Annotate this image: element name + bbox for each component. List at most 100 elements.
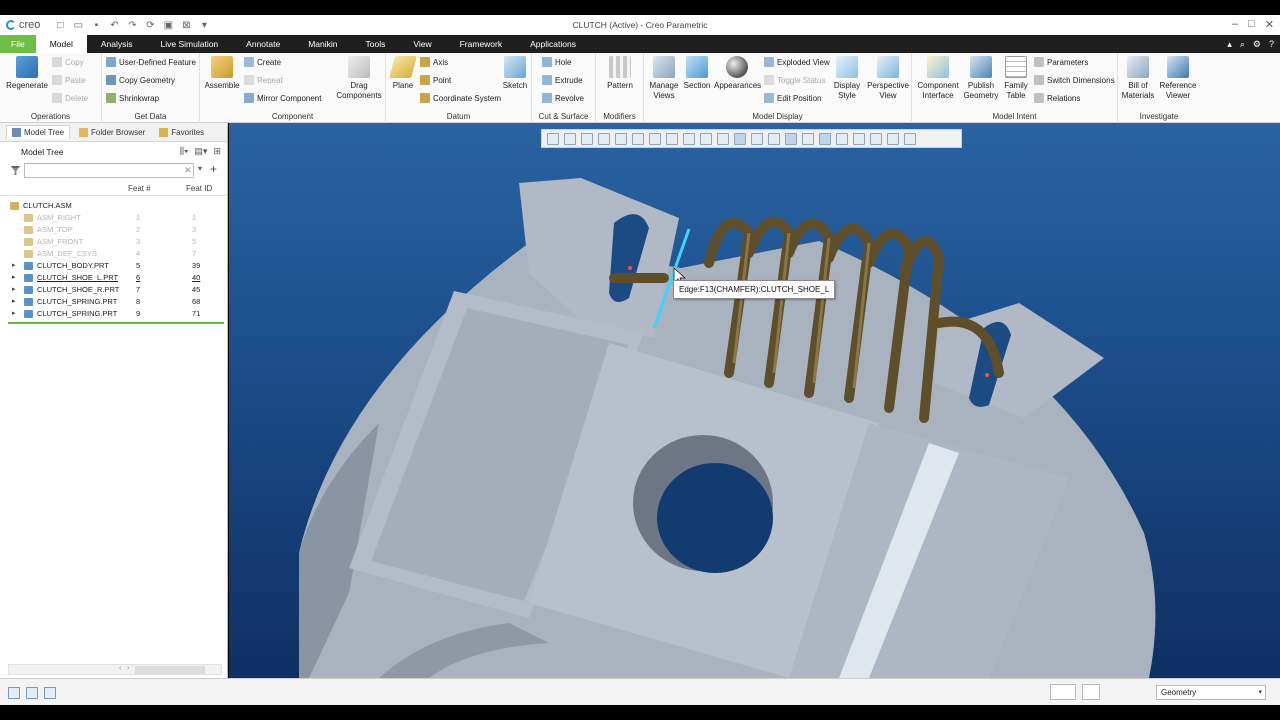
clutch-assembly-model[interactable] bbox=[229, 123, 1280, 678]
model-intent-group-label[interactable]: Model Intent bbox=[912, 112, 1117, 121]
paste-button[interactable]: Paste bbox=[52, 75, 85, 85]
close-window-icon[interactable]: ⊠ bbox=[180, 20, 192, 31]
family-table-button[interactable]: Family Table bbox=[1000, 56, 1032, 100]
filter-icon[interactable] bbox=[11, 166, 20, 175]
display-style-toolbar-icon[interactable] bbox=[649, 132, 661, 145]
investigate-group-label[interactable]: Investigate bbox=[1118, 112, 1200, 121]
tree-row[interactable]: ▸ CLUTCH_SPRING.PRT 9 71 bbox=[0, 308, 227, 320]
tab-favorites[interactable]: Favorites bbox=[154, 126, 209, 139]
find-button[interactable] bbox=[1050, 684, 1076, 700]
select-box-button[interactable] bbox=[1082, 684, 1100, 700]
component-group-label[interactable]: Component bbox=[200, 112, 385, 121]
udf-button[interactable]: User-Defined Feature bbox=[106, 57, 196, 67]
tab-applications[interactable]: Applications bbox=[516, 35, 590, 53]
regenerate-button[interactable]: Regenerate bbox=[4, 56, 50, 91]
display-style-button[interactable]: Display Style bbox=[830, 56, 864, 100]
tab-manikin[interactable]: Manikin bbox=[294, 35, 351, 53]
section-toolbar-icon[interactable] bbox=[717, 132, 729, 145]
sketch-button[interactable]: Sketch bbox=[500, 56, 530, 91]
tab-framework[interactable]: Framework bbox=[446, 35, 517, 53]
copy-geometry-button[interactable]: Copy Geometry bbox=[106, 75, 175, 85]
pattern-button[interactable]: Pattern bbox=[600, 56, 640, 91]
annotations-icon[interactable] bbox=[802, 132, 814, 145]
operations-group-label[interactable]: Operations bbox=[0, 112, 101, 121]
parameters-button[interactable]: Parameters bbox=[1034, 57, 1088, 67]
tab-live-simulation[interactable]: Live Simulation bbox=[147, 35, 233, 53]
bill-of-materials-button[interactable]: Bill of Materials bbox=[1118, 56, 1158, 100]
tree-row[interactable]: ASM_RIGHT 1 1 bbox=[0, 212, 227, 224]
show-navigator-icon[interactable] bbox=[8, 687, 20, 699]
undo-icon[interactable]: ↶ bbox=[108, 20, 120, 31]
tree-filters-icon[interactable]: ⊞ bbox=[213, 146, 221, 157]
stop-icon[interactable] bbox=[904, 132, 916, 145]
tree-columns-icon[interactable]: ⫼▾ bbox=[180, 146, 189, 157]
point-button[interactable]: Point bbox=[420, 75, 451, 85]
delete-button[interactable]: Delete bbox=[52, 93, 88, 103]
regenerate-qat-icon[interactable]: ⟳ bbox=[144, 20, 156, 31]
search-icon[interactable]: ⌕ bbox=[1240, 39, 1245, 50]
column-feat-number[interactable]: Feat # bbox=[128, 184, 151, 193]
switch-dimensions-button[interactable]: Switch Dimensions bbox=[1034, 75, 1115, 85]
tab-model[interactable]: Model bbox=[35, 35, 87, 53]
relations-button[interactable]: Relations bbox=[1034, 93, 1080, 103]
named-views-icon[interactable] bbox=[632, 132, 644, 145]
create-component-button[interactable]: Create bbox=[244, 57, 281, 67]
axis-button[interactable]: Axis bbox=[420, 57, 448, 67]
appearance-toolbar-icon[interactable] bbox=[853, 132, 865, 145]
scroll-left-icon[interactable]: ‹ bbox=[119, 665, 121, 672]
maximize-icon[interactable]: □ bbox=[1248, 18, 1255, 31]
repaint-icon[interactable] bbox=[598, 132, 610, 145]
modifiers-group-label[interactable]: Modifiers bbox=[596, 112, 643, 121]
coordinate-system-button[interactable]: Coordinate System bbox=[420, 93, 501, 103]
shading-icon[interactable] bbox=[870, 132, 882, 145]
customize-qat-icon[interactable]: ▾ bbox=[198, 20, 210, 31]
appearances-button[interactable]: Appearances bbox=[714, 56, 761, 91]
redo-icon[interactable]: ↷ bbox=[126, 20, 138, 31]
perspective-icon[interactable] bbox=[700, 132, 712, 145]
csys-display-icon[interactable] bbox=[785, 132, 797, 145]
tree-settings-icon[interactable]: ▤▾ bbox=[194, 146, 207, 157]
zoom-out-icon[interactable] bbox=[581, 132, 593, 145]
pause-icon[interactable] bbox=[887, 132, 899, 145]
revolve-button[interactable]: Revolve bbox=[542, 93, 584, 103]
tab-folder-browser[interactable]: Folder Browser bbox=[74, 126, 150, 139]
column-feat-id[interactable]: Feat ID bbox=[186, 184, 212, 193]
datum-axes-icon[interactable] bbox=[751, 132, 763, 145]
toggle-status-button[interactable]: Toggle Status bbox=[764, 75, 825, 85]
assemble-button[interactable]: Assemble bbox=[202, 56, 242, 91]
datum-group-label[interactable]: Datum bbox=[386, 112, 531, 121]
show-browser-icon[interactable] bbox=[26, 687, 38, 699]
reference-viewer-button[interactable]: Reference Viewer bbox=[1158, 56, 1198, 100]
mirror-component-button[interactable]: Mirror Component bbox=[244, 93, 321, 103]
model-display-group-label[interactable]: Model Display bbox=[644, 112, 911, 121]
datum-planes-icon[interactable] bbox=[734, 132, 746, 145]
tree-row[interactable]: ▸ CLUTCH_BODY.PRT 5 39 bbox=[0, 260, 227, 272]
tree-row[interactable]: CLUTCH.ASM bbox=[0, 200, 227, 212]
section-button[interactable]: Section bbox=[682, 56, 712, 91]
tab-tools[interactable]: Tools bbox=[351, 35, 399, 53]
spin-center-icon[interactable] bbox=[615, 132, 627, 145]
get-data-group-label[interactable]: Get Data bbox=[102, 112, 199, 121]
save-icon[interactable]: ▪ bbox=[90, 20, 102, 31]
drag-components-button[interactable]: Drag Components bbox=[334, 56, 384, 100]
zoom-in-icon[interactable] bbox=[564, 132, 576, 145]
tree-row[interactable]: ASM_DEF_CSYS 4 7 bbox=[0, 248, 227, 260]
tree-row[interactable]: ▸ CLUTCH_SHOE_R.PRT 7 45 bbox=[0, 284, 227, 296]
new-file-icon[interactable]: □ bbox=[54, 20, 66, 31]
windows-icon[interactable]: ▣ bbox=[162, 20, 174, 31]
tab-view[interactable]: View bbox=[399, 35, 445, 53]
model-tree-search-input[interactable] bbox=[24, 163, 194, 178]
manage-views-button[interactable]: Manage Views bbox=[646, 56, 682, 100]
plane-button[interactable]: Plane bbox=[388, 56, 418, 91]
hole-button[interactable]: Hole bbox=[542, 57, 571, 67]
view-manager-icon[interactable] bbox=[683, 132, 695, 145]
refit-icon[interactable] bbox=[547, 132, 559, 145]
tab-analysis[interactable]: Analysis bbox=[87, 35, 147, 53]
component-interface-button[interactable]: Component Interface bbox=[914, 56, 962, 100]
settings-icon[interactable]: ⚙ bbox=[1253, 39, 1261, 50]
open-file-icon[interactable]: ▭ bbox=[72, 20, 84, 31]
tree-row[interactable]: ASM_FRONT 3 5 bbox=[0, 236, 227, 248]
scrollbar-thumb[interactable] bbox=[135, 666, 205, 674]
layers-icon[interactable] bbox=[836, 132, 848, 145]
minimize-icon[interactable]: – bbox=[1232, 18, 1238, 31]
